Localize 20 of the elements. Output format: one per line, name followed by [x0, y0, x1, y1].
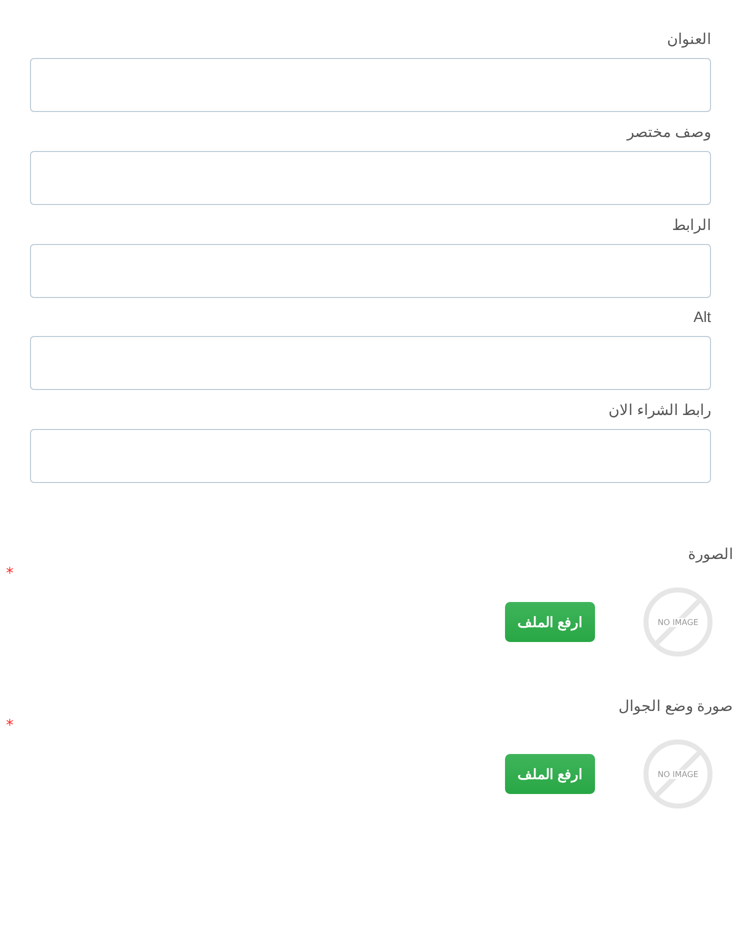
- field-label: وصف مختصر: [626, 123, 711, 141]
- no-image-icon: [643, 739, 713, 809]
- field-label: Alt: [693, 309, 711, 326]
- no-image-icon: [643, 587, 713, 657]
- field-label: رابط الشراء الان: [608, 401, 711, 419]
- field-label: الصورة: [687, 545, 733, 563]
- field-label: الرابط: [672, 216, 711, 234]
- no-image-text: NO IMAGE: [658, 618, 698, 626]
- input-field[interactable]: [30, 58, 711, 112]
- no-image-text: NO IMAGE: [658, 770, 698, 778]
- input-field[interactable]: [30, 336, 711, 390]
- required-mark: *: [6, 564, 14, 582]
- input-field[interactable]: [30, 244, 711, 298]
- input-field[interactable]: [30, 429, 711, 483]
- field-label: العنوان: [667, 30, 711, 48]
- upload-button[interactable]: ارفع الملف: [505, 602, 595, 642]
- input-field[interactable]: [30, 151, 711, 205]
- upload-button[interactable]: ارفع الملف: [505, 754, 595, 794]
- field-label: صورة وضع الجوال: [618, 697, 733, 715]
- required-mark: *: [6, 716, 14, 734]
